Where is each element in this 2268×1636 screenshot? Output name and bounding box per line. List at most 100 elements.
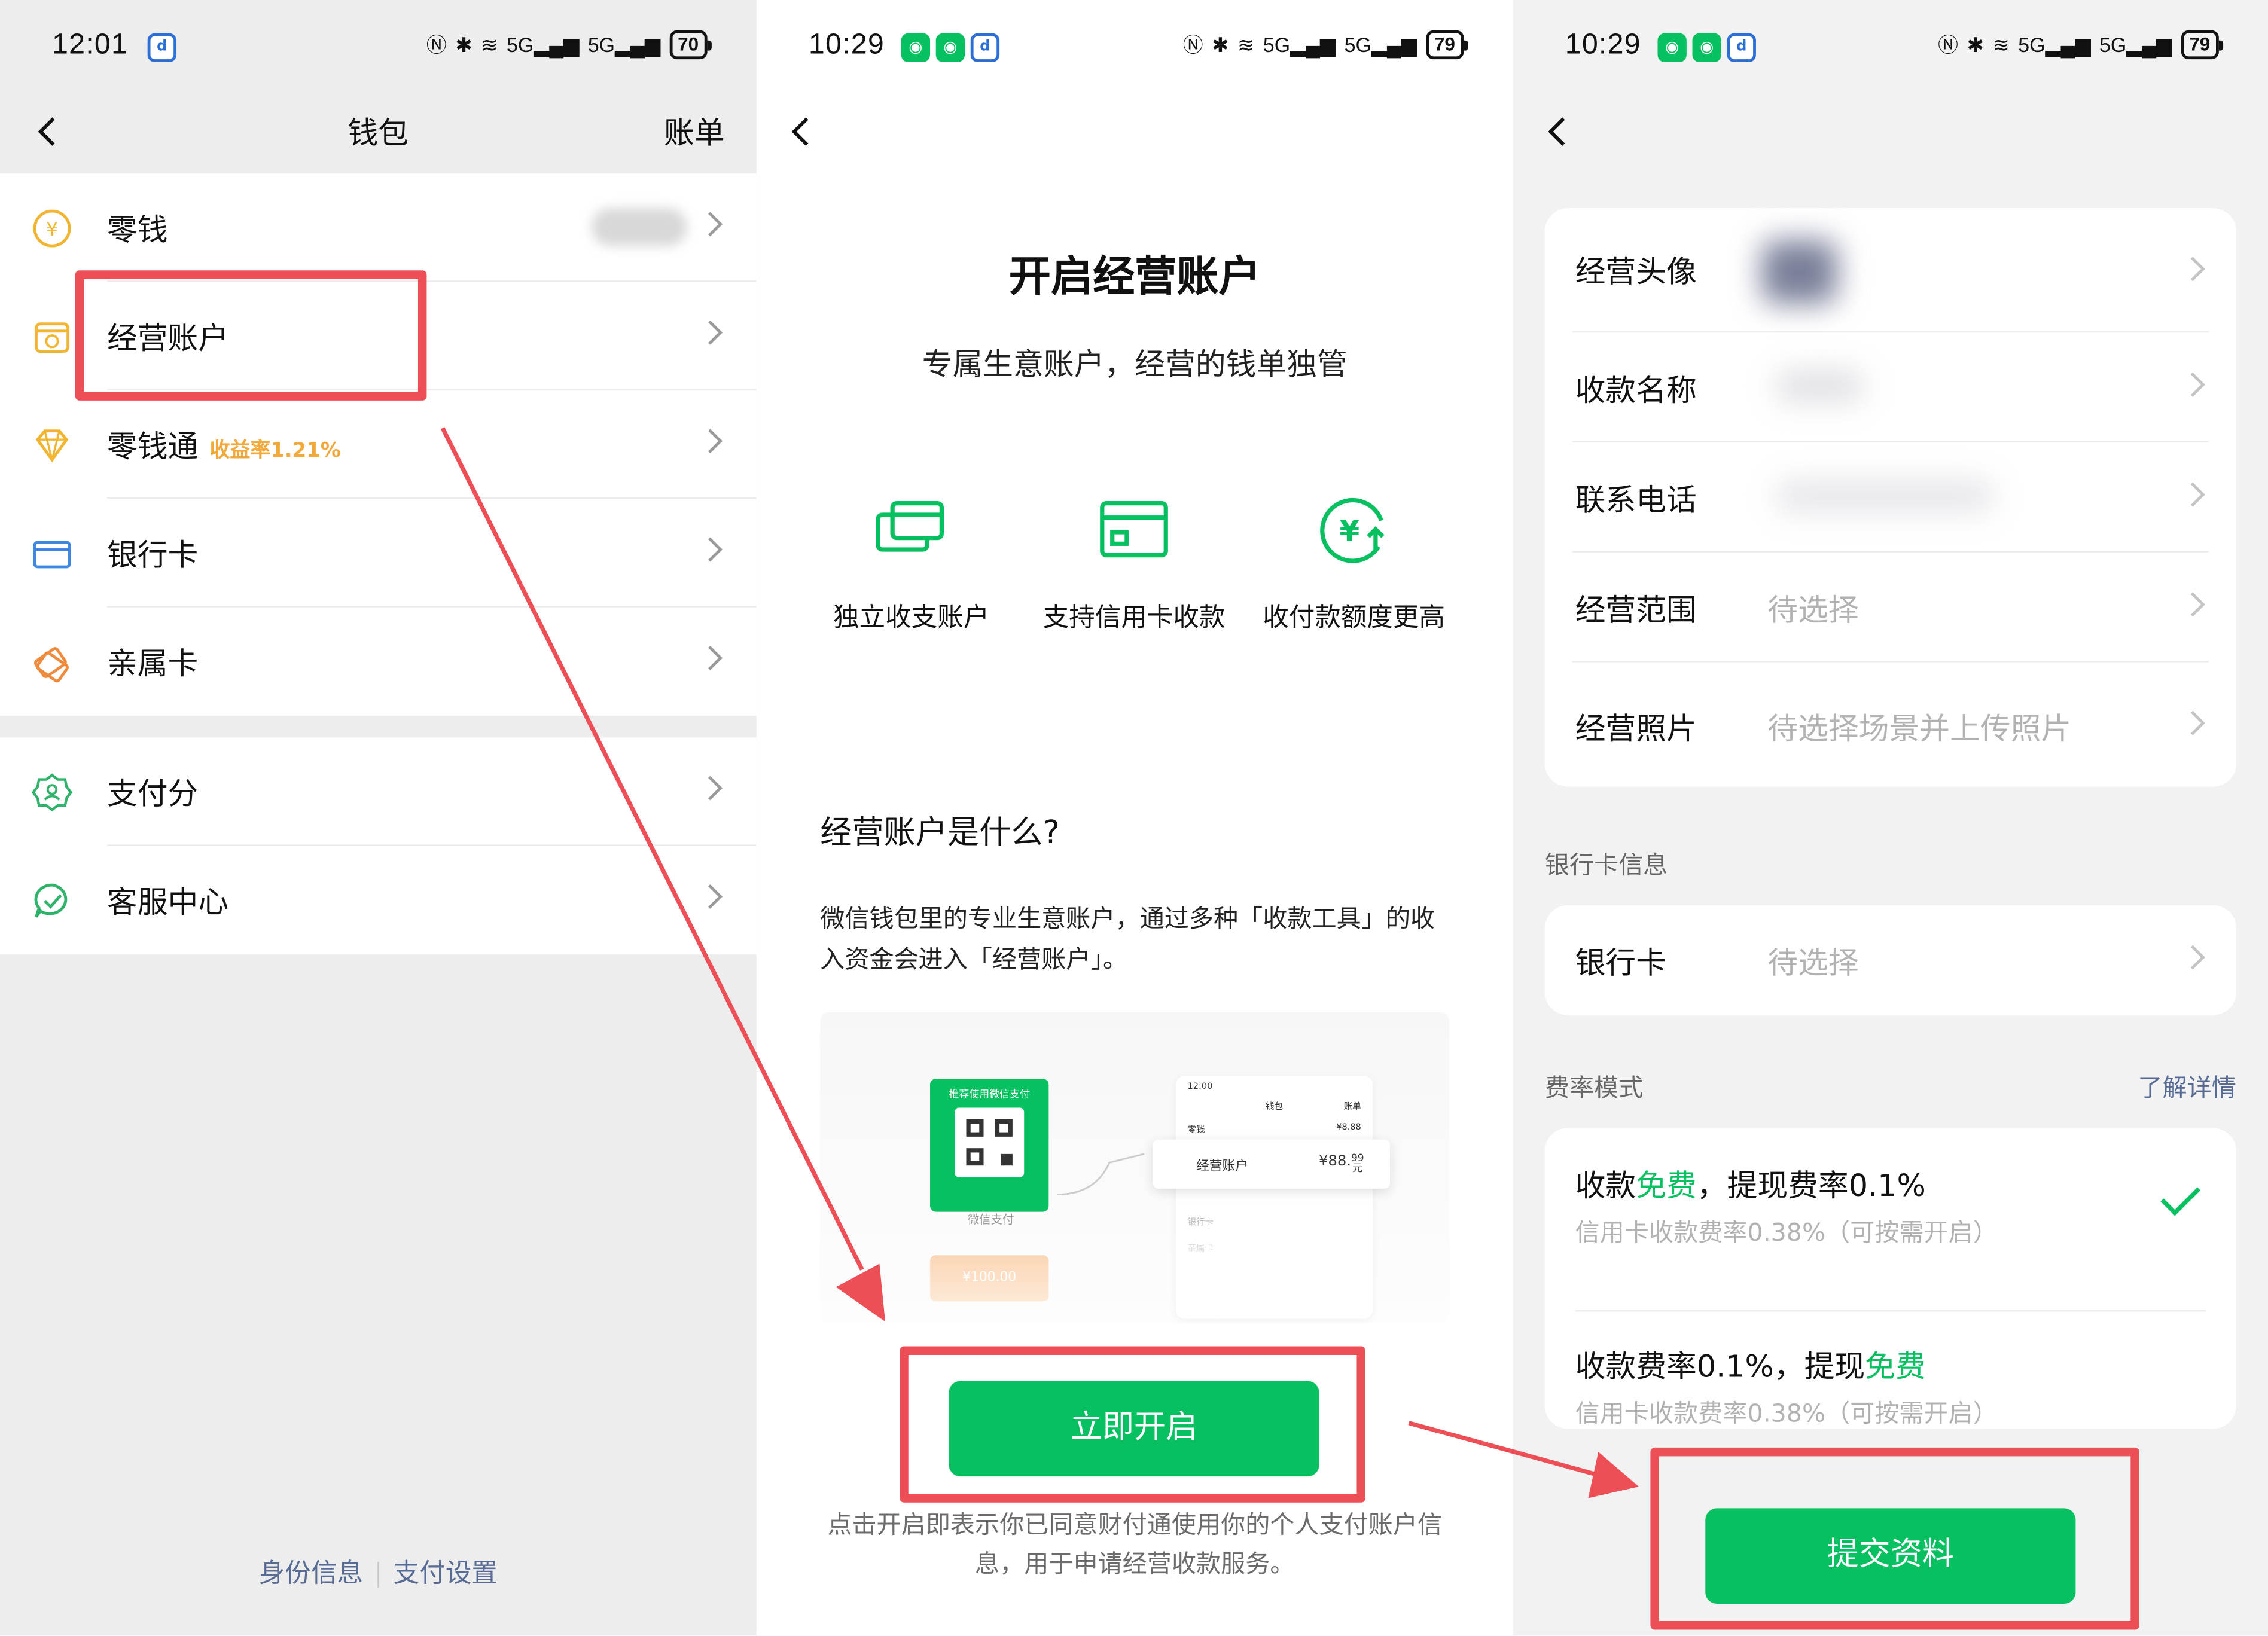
field-value: 待选择 — [1767, 593, 1859, 628]
wallet-item-family-card[interactable]: 亲属卡 — [0, 608, 757, 716]
chevron-right-icon — [697, 645, 723, 670]
wifi-icon: ≋ — [481, 32, 498, 56]
chevron-right-icon — [697, 212, 723, 237]
bluetooth-icon: ✱ — [1967, 32, 1984, 56]
section-description: 微信钱包里的专业生意账户，通过多种「收款工具」的收入资金会进入「经营账户」。 — [820, 905, 1435, 975]
wechat-notification-icon: ◉ — [935, 32, 965, 62]
chevron-right-icon — [2180, 372, 2205, 397]
wallet-item-label: 银行卡 — [106, 538, 199, 573]
mini-right: 账单 — [1343, 1101, 1361, 1112]
fee-option-subtitle: 信用卡收款费率0.38%（可按需开启） — [1575, 1400, 1998, 1429]
field-payee-name[interactable]: 收款名称 — [1545, 332, 2236, 443]
field-label: 联系电话 — [1575, 483, 1697, 518]
svg-text:¥: ¥ — [46, 219, 58, 240]
field-phone[interactable]: 联系电话 — [1545, 442, 2236, 553]
submit-info-screen: 10:29 ◉ ◉ d Ⓝ ✱ ≋ 5G▂▄▆ 5G▂▄▆ 79 经营头像 收款名称… — [1513, 0, 2268, 1636]
bluetooth-icon: ✱ — [1212, 32, 1229, 56]
illustration: 推荐使用微信支付 微信支付 ¥100.00 12:00 钱包 账单 零钱 ¥8.8… — [820, 1012, 1450, 1323]
phone-blurred — [1776, 480, 1993, 512]
chevron-right-icon — [697, 776, 723, 801]
field-value: 待选择场景并上传照片 — [1767, 711, 2072, 746]
field-avatar[interactable]: 经营头像 — [1545, 208, 2236, 333]
wechat-notification-icon: ◉ — [1692, 32, 1721, 62]
chevron-right-icon — [2180, 482, 2205, 507]
signal-5g-icon-2: 5G▂▄▆ — [1344, 32, 1417, 56]
wallet-item-bank-card[interactable]: 银行卡 — [0, 499, 757, 608]
status-bar: 10:29 ◉ ◉ d Ⓝ ✱ ≋ 5G▂▄▆ 5G▂▄▆ 79 — [1513, 0, 2268, 93]
credit-card-icon — [1100, 500, 1168, 558]
learn-more-link[interactable]: 了解详情 — [2138, 1067, 2236, 1103]
wallet-screen: 12:01 d Ⓝ ✱ ≋ 5G▂▄▆ 5G▂▄▆ 70 钱包 账单 ¥ 零钱 … — [0, 0, 757, 1636]
fee-option-title: 收款费率0.1%，提现免费 — [1575, 1349, 1926, 1384]
pay-settings-link[interactable]: 支付设置 — [394, 1559, 498, 1589]
wallet-item-customer-service[interactable]: 客服中心 — [0, 846, 757, 954]
customer-service-icon — [34, 883, 68, 918]
bank-card-card: 银行卡 待选择 — [1544, 905, 2236, 1015]
business-info-card: 经营头像 收款名称 联系电话 经营范围 待选择 经营照片 待选择场景并上传照片 — [1544, 208, 2236, 787]
status-time: 10:29 — [808, 29, 885, 61]
wechat-notification-icon: ◉ — [901, 32, 931, 62]
back-arrow-icon[interactable] — [780, 110, 824, 154]
footer-divider — [377, 1561, 379, 1588]
chevron-right-icon — [2180, 710, 2205, 735]
status-time: 12:01 — [52, 29, 129, 61]
fee-option-2[interactable]: 收款费率0.1%，提现免费 信用卡收款费率0.38%（可按需开启） — [1545, 1311, 2236, 1459]
page-subtitle: 专属生意账户，经营的钱单独管 — [922, 347, 1348, 382]
field-business-scope[interactable]: 经营范围 待选择 — [1545, 553, 2236, 663]
nav-bar: 钱包 账单 — [0, 93, 757, 173]
field-business-photo[interactable]: 经营照片 待选择场景并上传照片 — [1545, 663, 2236, 787]
status-icons: Ⓝ ✱ ≋ 5G▂▄▆ 5G▂▄▆ 79 — [1183, 30, 1469, 60]
signal-5g-icon: 5G▂▄▆ — [1263, 32, 1336, 56]
pay-score-icon — [32, 773, 72, 812]
fee-option-title: 收款免费，提现费率0.1% — [1575, 1168, 1926, 1204]
wallet-item-change[interactable]: ¥ 零钱 — [0, 173, 757, 282]
highlight-open-button — [900, 1346, 1365, 1503]
field-label: 经营范围 — [1575, 593, 1697, 628]
identity-info-link[interactable]: 身份信息 — [259, 1559, 363, 1589]
mini-highlight-row: 经营账户 ¥88.99 元 — [1153, 1139, 1391, 1189]
wallet-item-lingqiantong[interactable]: 零钱通 收益率1.21% — [0, 390, 757, 499]
wallet-item-label: 支付分 — [106, 776, 199, 811]
page-title: 钱包 — [347, 115, 409, 151]
status-icons: Ⓝ ✱ ≋ 5G▂▄▆ 5G▂▄▆ 70 — [426, 30, 713, 60]
wifi-icon: ≋ — [1237, 32, 1255, 56]
app-notification-icon: d — [970, 32, 1000, 62]
mini-row: 银行卡 — [1187, 1217, 1214, 1228]
wallet-footer: 身份信息 支付设置 — [0, 1553, 757, 1591]
signal-5g-icon: 5G▂▄▆ — [507, 32, 580, 56]
wallet-item-label: 零钱 — [106, 212, 168, 248]
page-title: 开启经营账户 — [1008, 251, 1261, 301]
fee-mode-card: 收款免费，提现费率0.1% 信用卡收款费率0.38%（可按需开启） 收款费率0.… — [1544, 1128, 2236, 1429]
yield-rate-tag: 收益率1.21% — [209, 439, 341, 463]
bill-link[interactable]: 账单 — [664, 110, 725, 154]
chevron-right-icon — [697, 537, 723, 562]
status-icons: Ⓝ ✱ ≋ 5G▂▄▆ 5G▂▄▆ 79 — [1938, 30, 2224, 60]
qr-code — [955, 1107, 1025, 1177]
section-heading: 经营账户是什么? — [820, 815, 1060, 852]
field-bank-card[interactable]: 银行卡 待选择 — [1545, 905, 2236, 1015]
back-arrow-icon[interactable] — [1536, 110, 1580, 154]
mini-row: 亲属卡 — [1187, 1243, 1214, 1254]
mini-row: 零钱 ¥8.88 — [1187, 1122, 1361, 1136]
signal-5g-icon-2: 5G▂▄▆ — [587, 32, 661, 56]
family-card-icon — [34, 647, 69, 683]
wallet-item-pay-score[interactable]: 支付分 — [0, 737, 757, 846]
yuan-up-icon: ¥ — [1320, 497, 1385, 563]
notification-icons: ◉ ◉ d — [1652, 32, 1756, 62]
nfc-icon: Ⓝ — [1938, 33, 1958, 57]
chevron-right-icon — [2180, 257, 2205, 282]
highlight-business-account — [75, 270, 427, 401]
amount-chip: ¥100.00 — [930, 1255, 1049, 1302]
chevron-right-icon — [2180, 592, 2205, 617]
qr-card: 推荐使用微信支付 — [930, 1079, 1049, 1212]
mini-phone: 12:00 钱包 账单 零钱 ¥8.88 银行卡 亲属卡 — [1176, 1076, 1373, 1319]
feature-higher-limit: ¥ 收付款额度更高 — [1245, 492, 1462, 639]
highlight-submit-button — [1650, 1447, 2139, 1630]
battery-icon: 79 — [1425, 30, 1469, 60]
signal-5g-icon: 5G▂▄▆ — [2018, 32, 2091, 56]
feature-independent-account: 独立收支账户 — [803, 492, 1020, 639]
mini-time: 12:00 — [1187, 1081, 1213, 1092]
bank-card-icon — [33, 541, 71, 569]
wallet-item-label: 亲属卡 — [106, 646, 199, 682]
fee-option-1[interactable]: 收款免费，提现费率0.1% 信用卡收款费率0.38%（可按需开启） — [1545, 1128, 2236, 1278]
